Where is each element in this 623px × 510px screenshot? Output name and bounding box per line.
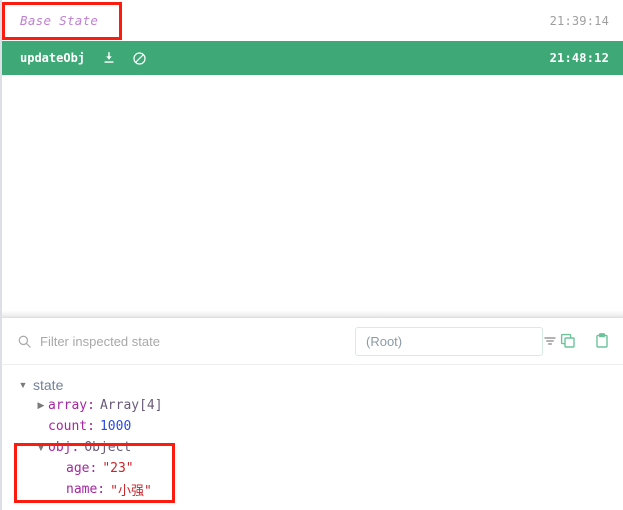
tree-node-value: Object xyxy=(84,440,132,455)
tree-node-key: name: xyxy=(66,482,106,497)
chevron-down-icon[interactable]: ▼ xyxy=(34,443,48,453)
tree-node-root[interactable]: ▼ state xyxy=(16,374,623,395)
chevron-right-icon[interactable]: ▶ xyxy=(34,400,48,411)
tree-node-array[interactable]: ▶ array: Array[4] xyxy=(16,395,623,416)
tree-node-key: count: xyxy=(48,419,95,434)
search-icon xyxy=(16,333,32,349)
log-entry-base-state[interactable]: Base State 21:39:14 xyxy=(2,0,623,41)
toolbar-icon-group xyxy=(559,332,611,350)
log-entry-actions xyxy=(101,50,147,66)
tree-node-name[interactable]: ▶ name: "小强" xyxy=(16,479,623,500)
tree-node-value: Array[4] xyxy=(99,398,163,413)
tree-node-key: obj: xyxy=(48,440,80,455)
path-field[interactable] xyxy=(355,326,556,356)
state-tree: ▼ state ▶ array: Array[4] ▶ count: 1000 … xyxy=(0,365,623,510)
log-entry-update-obj[interactable]: updateObj 21:48:12 xyxy=(2,41,623,75)
copy-icon[interactable] xyxy=(559,332,577,350)
download-icon[interactable] xyxy=(101,50,117,66)
circle-slash-icon[interactable] xyxy=(131,50,147,66)
clipboard-icon[interactable] xyxy=(593,332,611,350)
log-entry-timestamp: 21:39:14 xyxy=(549,13,609,28)
log-entry-timestamp: 21:48:12 xyxy=(549,51,609,65)
tree-node-age[interactable]: ▶ age: "23" xyxy=(16,458,623,479)
search-input[interactable] xyxy=(40,333,280,349)
search-group xyxy=(16,333,355,349)
action-log-list: Base State 21:39:14 updateObj 21:48:12 xyxy=(0,0,623,310)
tree-node-count[interactable]: ▶ count: 1000 xyxy=(16,416,623,437)
tree-node-obj[interactable]: ▼ obj: Object xyxy=(16,437,623,458)
log-entry-label: Base State xyxy=(20,13,99,28)
panel-splitter[interactable] xyxy=(0,310,623,318)
inspector-toolbar xyxy=(0,318,623,365)
tree-node-value: 1000 xyxy=(99,419,132,434)
tree-node-value: "23" xyxy=(102,461,134,476)
path-input[interactable] xyxy=(366,333,542,349)
tree-node-label: state xyxy=(33,376,64,393)
chevron-down-icon[interactable]: ▼ xyxy=(16,380,30,390)
funnel-icon[interactable] xyxy=(542,333,558,349)
tree-node-value: "小强" xyxy=(110,484,152,499)
tree-node-key: array: xyxy=(48,398,95,413)
log-entry-label: updateObj xyxy=(20,51,86,65)
tree-node-key: age: xyxy=(66,461,98,476)
devtools-panel: Base State 21:39:14 updateObj 21:48:12 F… xyxy=(0,0,623,510)
